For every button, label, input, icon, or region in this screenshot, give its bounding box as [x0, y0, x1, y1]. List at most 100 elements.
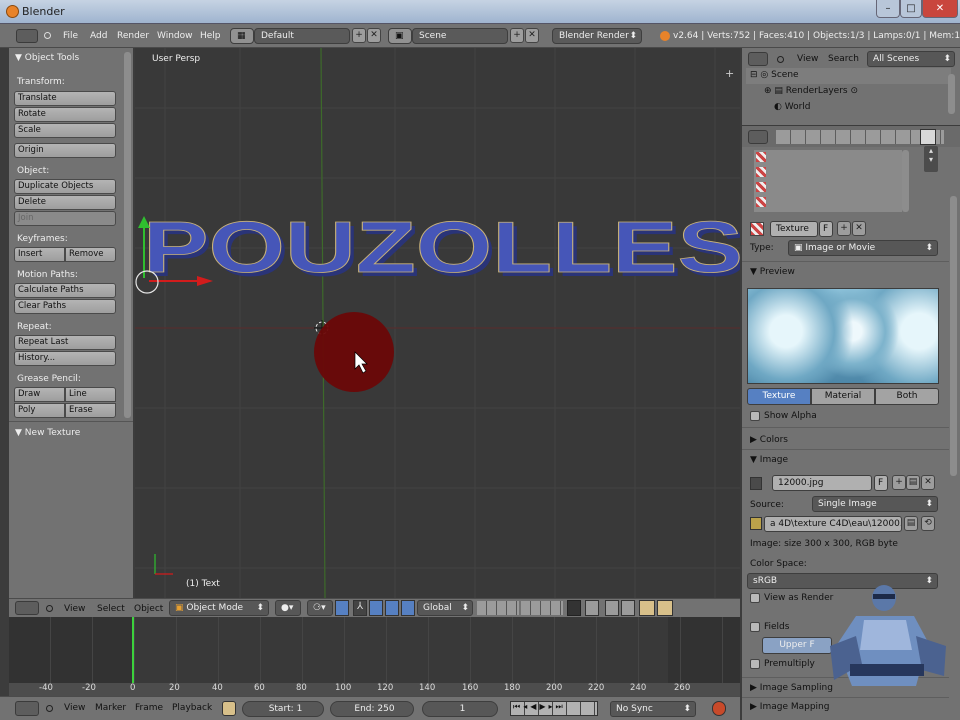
grease-draw-button[interactable]: Draw — [14, 387, 65, 402]
screen-layout-field[interactable]: Default — [254, 28, 350, 44]
render-engine-select[interactable]: Blender Render ⬍ — [552, 28, 642, 44]
menu-help[interactable]: Help — [200, 31, 221, 41]
clear-paths-button[interactable]: Clear Paths — [14, 299, 116, 314]
menu-file[interactable]: File — [63, 31, 78, 41]
preview-range-icon[interactable] — [222, 701, 236, 716]
fields-checkbox[interactable] — [750, 622, 760, 632]
duplicate-objects-button[interactable]: Duplicate Objects — [14, 179, 116, 194]
lock-camera-icon[interactable] — [567, 600, 581, 616]
repeat-last-button[interactable]: Repeat Last — [14, 335, 116, 350]
upper-first-toggle[interactable]: Upper F — [762, 637, 832, 654]
end-frame-field[interactable]: End: 250 — [330, 701, 414, 717]
translate-manipulator-icon[interactable]: ⅄ — [353, 600, 367, 616]
timeline-playback-menu[interactable]: Playback — [172, 703, 212, 713]
3d-viewport[interactable]: POUZOLLES POUZOLLES + User Persp (1) Tex… — [135, 48, 740, 598]
scale-button[interactable]: Scale — [14, 123, 116, 138]
grease-poly-button[interactable]: Poly — [14, 403, 65, 418]
timeline-editor-icon[interactable] — [15, 701, 39, 716]
new-texture-button[interactable]: + — [837, 221, 851, 236]
editor-type-icon[interactable] — [16, 29, 38, 43]
calculate-paths-button[interactable]: Calculate Paths — [14, 283, 116, 298]
collapse-menu-icon[interactable] — [44, 32, 51, 39]
maximize-button[interactable]: □ — [900, 0, 922, 18]
minimize-button[interactable]: – — [876, 0, 900, 18]
outliner-search-menu[interactable]: Search — [828, 54, 859, 64]
layers-grid-right[interactable] — [521, 601, 563, 615]
reload-image-icon[interactable]: ⟲ — [921, 516, 935, 531]
transform-orientation-select[interactable]: Global ⬍ — [417, 600, 473, 616]
pack-image-icon[interactable] — [750, 517, 762, 530]
current-frame-indicator[interactable] — [132, 617, 134, 683]
unlink-image-button[interactable]: ✕ — [921, 475, 935, 490]
image-source-select[interactable]: Single Image ⬍ — [812, 496, 938, 512]
menu-add[interactable]: Add — [90, 31, 107, 41]
3d-select-menu[interactable]: Select — [97, 604, 125, 614]
outliner-item-scene[interactable]: ⊟ ◎ Scene — [750, 70, 799, 80]
add-screen-button[interactable]: + — [352, 28, 366, 43]
properties-scrollbar[interactable] — [950, 196, 957, 476]
layers-grid-left[interactable] — [477, 601, 519, 615]
image-panel-header[interactable]: ▼ Image — [750, 455, 788, 465]
image-mapping-panel-header[interactable]: ▶ Image Mapping — [750, 702, 829, 712]
delete-button[interactable]: Delete — [14, 195, 116, 210]
grease-line-button[interactable]: Line — [65, 387, 116, 402]
viewport-shading-select[interactable]: ●▾ — [275, 600, 301, 616]
image-fake-user-button[interactable]: F — [874, 475, 888, 491]
open-image-button[interactable]: ▤ — [906, 475, 920, 490]
slot-move-buttons[interactable]: ▴ ▾ — [924, 146, 938, 172]
text-object[interactable]: POUZOLLES — [143, 208, 740, 289]
interaction-mode-select[interactable]: ▣ Object Mode ⬍ — [169, 600, 269, 616]
menu-render[interactable]: Render — [117, 31, 149, 41]
close-button[interactable]: ✕ — [922, 0, 958, 18]
panel-new-texture-header[interactable]: ▼ New Texture — [15, 428, 80, 438]
scale-manipulator-icon[interactable] — [385, 600, 399, 616]
screen-layout-icon[interactable]: ▦ — [230, 28, 254, 44]
panel-object-tools-header[interactable]: ▼ Object Tools — [15, 53, 79, 63]
pivot-point-select[interactable]: ⚆▾ — [307, 600, 333, 616]
current-frame-field[interactable]: 1 — [422, 701, 498, 717]
insert-keyframe-button[interactable]: Insert — [14, 247, 65, 262]
preview-tab-texture[interactable]: Texture — [747, 388, 811, 405]
auto-keyframe-record-icon[interactable] — [712, 701, 726, 716]
proportional-edit-icon[interactable] — [585, 600, 599, 616]
expand-toolshelf-plus-icon[interactable]: + — [725, 67, 734, 80]
add-scene-button[interactable]: + — [510, 28, 524, 43]
sync-mode-select[interactable]: No Sync ⬍ — [610, 701, 696, 717]
scene-icon[interactable]: ▣ — [388, 28, 412, 44]
menu-window[interactable]: Window — [157, 31, 193, 41]
timeline-marker-menu[interactable]: Marker — [95, 703, 126, 713]
outliner-collapse-icon[interactable] — [777, 56, 784, 63]
texture-fake-user-button[interactable]: F — [819, 221, 833, 237]
outliner-item-world[interactable]: ◐ World — [774, 102, 811, 112]
preview-panel-header[interactable]: ▼ Preview — [750, 267, 795, 277]
toolshelf-scrollbar[interactable] — [124, 52, 131, 418]
texture-name-field[interactable]: Texture — [770, 221, 818, 237]
snap-toggle-icon[interactable] — [605, 600, 619, 616]
history-button[interactable]: History... — [14, 351, 116, 366]
texture-slots-list[interactable] — [754, 150, 902, 212]
properties-editor-icon[interactable] — [748, 130, 768, 144]
snap-element-icon[interactable] — [621, 600, 635, 616]
view-as-render-checkbox[interactable] — [750, 593, 760, 603]
preview-tab-both[interactable]: Both — [875, 388, 939, 405]
texture-type-select[interactable]: ▣ Image or Movie ⬍ — [788, 240, 938, 256]
texture-browse-icon[interactable] — [750, 222, 764, 236]
texture-context-icon[interactable] — [920, 129, 936, 145]
preview-tab-material[interactable]: Material — [811, 388, 875, 405]
translate-button[interactable]: Translate — [14, 91, 116, 106]
timeline-view-menu[interactable]: View — [64, 703, 85, 713]
join-button[interactable]: Join — [14, 211, 116, 226]
file-browse-icon[interactable]: ▤ — [904, 516, 918, 531]
render-opengl-icon[interactable] — [639, 600, 655, 616]
show-alpha-checkbox[interactable] — [750, 411, 760, 421]
manipulator-toggle-icon[interactable] — [335, 600, 349, 616]
remove-scene-button[interactable]: ✕ — [525, 28, 539, 43]
outliner-view-menu[interactable]: View — [797, 54, 818, 64]
render-animation-icon[interactable] — [657, 600, 673, 616]
timeline-collapse-icon[interactable] — [46, 705, 53, 712]
image-sampling-panel-header[interactable]: ▶ Image Sampling — [750, 683, 833, 693]
scene-field[interactable]: Scene — [412, 28, 508, 44]
3d-editor-type-icon[interactable] — [15, 601, 39, 615]
playback-controls[interactable]: ⏮◂◀▶▸⏭ — [510, 701, 598, 716]
premultiply-checkbox[interactable] — [750, 659, 760, 669]
